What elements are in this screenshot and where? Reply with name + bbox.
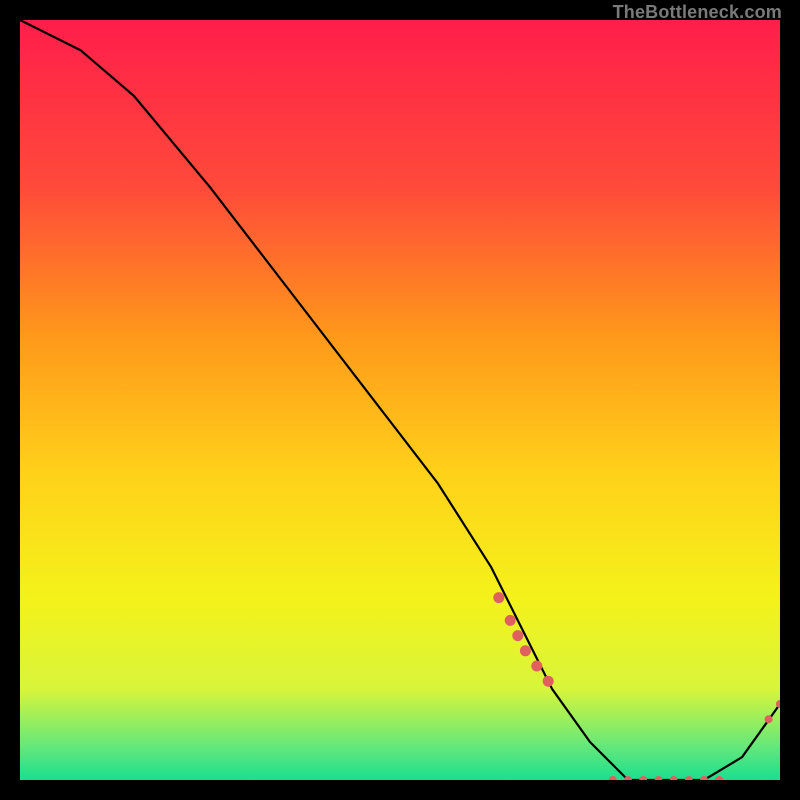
data-marker xyxy=(543,676,554,687)
data-marker xyxy=(531,661,542,672)
data-marker xyxy=(512,630,523,641)
data-marker xyxy=(765,715,773,723)
gradient-background xyxy=(20,20,780,780)
plot-area xyxy=(20,20,780,780)
data-marker xyxy=(493,592,504,603)
data-marker xyxy=(520,645,531,656)
data-marker xyxy=(505,615,516,626)
chart-svg xyxy=(20,20,780,780)
chart-frame: TheBottleneck.com xyxy=(0,0,800,800)
